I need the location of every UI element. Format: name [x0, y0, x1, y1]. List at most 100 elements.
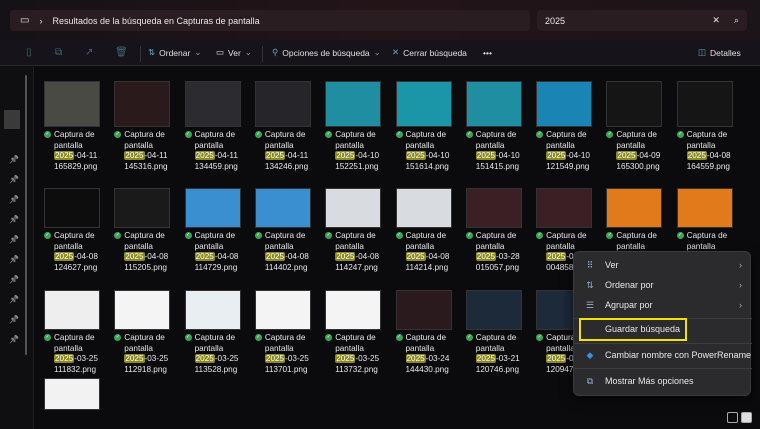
- name-line: -04-10: [566, 151, 590, 160]
- search-input[interactable]: 2025: [545, 16, 712, 26]
- name-line: 114402.png: [264, 262, 308, 272]
- name-line: Captura de: [686, 130, 728, 139]
- menu-item-sort-by[interactable]: ⇅ Ordenar por ›: [574, 275, 752, 295]
- file-name: ✓ Captura de pantalla 2025-03-25 113701.png: [254, 333, 319, 375]
- name-line: -04-08: [144, 252, 169, 261]
- file-name: ✓ Captura de pantalla 2025-03-25 113732.png: [325, 333, 389, 375]
- file-name: ✓ Captura de pantalla 2025-04-08 114247.png: [325, 231, 389, 273]
- selected-nav-item[interactable]: [4, 110, 20, 129]
- name-line: 120746.png: [475, 364, 520, 374]
- more-button[interactable]: •••: [483, 48, 492, 58]
- name-line: -04-08: [706, 151, 731, 160]
- name-line: Captura de: [405, 130, 447, 139]
- sort-icon: ⇅: [148, 47, 156, 57]
- menu-item-group-by[interactable]: ☰ Agrupar por ›: [574, 295, 752, 315]
- search-match-highlight: 2025: [686, 151, 707, 160]
- file-name: ✓ Captura de pantalla 2025-04-10 152251.png: [325, 130, 389, 172]
- name-line: pantalla: [124, 343, 153, 353]
- name-line: pantalla: [546, 241, 575, 251]
- name-line: pantalla: [194, 140, 224, 150]
- search-match-highlight: 2025: [546, 354, 567, 363]
- menu-item-view[interactable]: ⠿ Ver ›: [574, 255, 752, 275]
- share-icon[interactable]: ↗: [85, 47, 93, 58]
- sync-check-icon: ✓: [44, 131, 51, 139]
- search-match-highlight: 2025: [405, 252, 426, 261]
- search-match-highlight: 2025: [194, 151, 215, 160]
- chevron-down-icon: ⌄: [194, 47, 202, 57]
- search-match-highlight: 2025: [546, 151, 567, 160]
- name-line: Captura de: [194, 333, 236, 342]
- sync-check-icon: ✓: [114, 232, 122, 240]
- file-name: ✓ Captura de pantalla 2025-04-10 121549.png: [536, 130, 600, 172]
- name-line: 113732.png: [335, 364, 378, 374]
- menu-item-powerrename[interactable]: ◆ Cambiar nombre con PowerRename: [574, 345, 752, 365]
- sync-check-icon: ✓: [184, 131, 192, 139]
- menu-item-more-options[interactable]: ⧉ Mostrar Más opciones: [574, 371, 752, 391]
- file-name: ✓ Captura de pantalla 2025-04-11 134459.png: [184, 130, 249, 172]
- name-line: Captura de: [475, 333, 517, 342]
- pin-icon: 📌: [9, 255, 19, 264]
- file-name: ✓ Captura de pantalla 2025-04-09 165300.png: [606, 130, 670, 172]
- name-line: 113701.png: [264, 364, 308, 374]
- name-line: -04-08: [355, 252, 380, 261]
- chevron-right-icon: ›: [739, 280, 742, 290]
- file-thumbnail: [395, 81, 452, 127]
- name-line: -03-21: [496, 354, 520, 363]
- sync-check-icon: ✓: [536, 232, 544, 240]
- name-line: pantalla: [194, 241, 224, 251]
- clear-icon[interactable]: ✕: [712, 15, 720, 26]
- search-match-highlight: 2025: [194, 354, 215, 363]
- file-name: ✓ Captura de pantalla 2025-04-08 115205.png: [114, 231, 178, 273]
- sync-check-icon: ✓: [465, 232, 473, 240]
- name-line: Captura de: [124, 231, 165, 240]
- menu-label: Ordenar por: [605, 280, 654, 290]
- powerrename-icon: ◆: [586, 349, 594, 360]
- sort-icon: ⇅: [586, 279, 594, 290]
- name-line: pantalla: [475, 241, 505, 251]
- name-line: 152251.png: [335, 161, 379, 171]
- name-line: -04-10: [496, 151, 520, 160]
- sync-check-icon: ✓: [536, 334, 544, 342]
- search-options-button[interactable]: ⚲ Opciones de búsqueda ⌄: [272, 47, 381, 58]
- thumbnail-view-button[interactable]: [741, 412, 752, 423]
- name-line: -03-25: [74, 354, 98, 363]
- name-line: Captura de: [335, 333, 376, 342]
- context-menu: ⠿ Ver › ⇅ Ordenar por › ☰ Agrupar por › Guarda…: [573, 251, 752, 396]
- details-view-button[interactable]: [727, 412, 738, 423]
- file-thumbnail: [606, 81, 663, 127]
- cut-icon[interactable]: ▯: [26, 47, 32, 58]
- name-line: 113528.png: [194, 364, 238, 374]
- sync-check-icon: ✓: [184, 334, 192, 342]
- name-line: Captura de: [335, 231, 376, 240]
- menu-label: Ver: [605, 260, 619, 270]
- search-box[interactable]: 2025 ✕ ⌕: [537, 10, 747, 31]
- search-match-highlight: 2025: [194, 252, 215, 261]
- sync-check-icon: ✓: [254, 131, 262, 139]
- search-match-highlight: 2025: [54, 354, 75, 363]
- group-icon: ☰: [585, 299, 595, 310]
- name-line: 115205.png: [124, 262, 167, 272]
- view-button[interactable]: ▭ Ver ⌄: [216, 47, 252, 58]
- sync-check-icon: ✓: [536, 131, 544, 139]
- close-search-button[interactable]: ✕ Cerrar búsqueda: [392, 47, 467, 58]
- file-thumbnail: [114, 81, 171, 127]
- grid-icon: ⠿: [586, 259, 594, 270]
- search-icon[interactable]: ⌕: [734, 15, 739, 26]
- sync-check-icon: ✓: [114, 334, 122, 342]
- nav-scrollbar[interactable]: [25, 75, 27, 355]
- search-match-highlight: 2025: [475, 151, 497, 160]
- sort-button[interactable]: ⇅ Ordenar ⌄: [148, 47, 201, 58]
- name-line: Captura de: [335, 130, 376, 139]
- sync-check-icon: ✓: [606, 131, 614, 139]
- search-match-highlight: 2025: [264, 354, 286, 363]
- name-line: pantalla: [194, 343, 224, 353]
- address-bar[interactable]: ▭ › Resultados de la búsqueda en Captura…: [10, 10, 530, 31]
- name-line: Captura de: [54, 231, 95, 240]
- search-match-highlight: 2025: [54, 151, 75, 160]
- details-button[interactable]: ◫ Detalles: [698, 47, 741, 58]
- name-line: Captura de: [124, 130, 165, 139]
- copy-icon[interactable]: ⧉: [55, 47, 62, 58]
- search-match-highlight: 2025: [335, 151, 356, 160]
- name-line: Captura de: [475, 231, 517, 240]
- delete-icon[interactable]: 🗑: [115, 47, 128, 58]
